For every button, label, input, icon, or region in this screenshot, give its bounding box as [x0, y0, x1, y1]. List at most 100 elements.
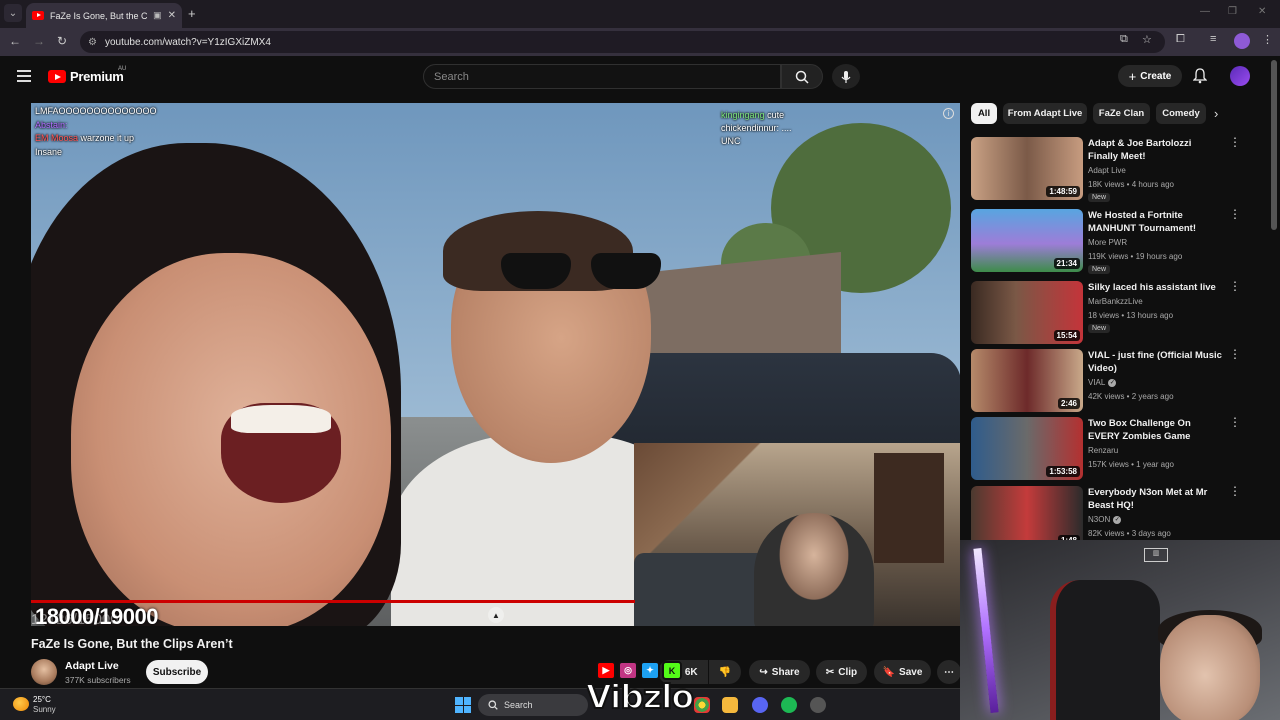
forward-icon[interactable]: → — [33, 34, 45, 48]
weather-sun-icon[interactable] — [13, 697, 29, 711]
extensions-icon[interactable]: ⧠ — [1176, 33, 1185, 46]
more-vertical-icon[interactable]: ⋮ — [1229, 208, 1241, 220]
video-thumbnail[interactable]: 2:46 — [971, 349, 1083, 412]
account-avatar[interactable] — [1230, 66, 1250, 86]
recommended-video[interactable]: 2:46 VIAL - just fine (Official Music Vi… — [971, 348, 1251, 413]
profile-avatar[interactable] — [1234, 33, 1250, 49]
weather-condition[interactable]: Sunny — [33, 705, 56, 714]
chevron-right-icon[interactable]: › — [1214, 106, 1218, 121]
channel-name[interactable]: Adapt Live — [65, 660, 119, 672]
more-vertical-icon[interactable]: ⋮ — [1229, 280, 1241, 292]
minimize-icon[interactable]: — — [1200, 6, 1210, 17]
channel-name[interactable]: Renzaru — [1088, 446, 1118, 455]
chat-line: EM Moosa warzone it up — [35, 132, 157, 146]
channel-name[interactable]: VIAL ✓ — [1088, 378, 1117, 387]
reload-icon[interactable]: ↻ — [57, 34, 67, 48]
youtube-logo[interactable]: Premium — [48, 69, 124, 84]
more-vertical-icon[interactable]: ⋮ — [1229, 136, 1241, 148]
maximize-icon[interactable]: ❐ — [1228, 6, 1237, 17]
video-frame-sunglasses — [501, 253, 671, 293]
back-icon[interactable]: ← — [9, 34, 21, 48]
tab-search-dropdown[interactable]: ⌄ — [4, 4, 22, 22]
notifications-bell-icon[interactable] — [1192, 68, 1208, 89]
recommended-video[interactable]: 21:34 We Hosted a Fortnite MANHUNT Tourn… — [971, 208, 1251, 274]
weather-temperature[interactable]: 25°C — [33, 695, 51, 704]
clip-button[interactable]: ✂ Clip — [816, 660, 867, 684]
chip-all[interactable]: All — [971, 103, 997, 124]
chip-faze-clan[interactable]: FaZe Clan — [1093, 103, 1150, 124]
create-button[interactable]: + Create — [1118, 65, 1182, 87]
share-button[interactable]: ↪ Share — [749, 660, 810, 684]
search-button[interactable] — [781, 64, 823, 89]
address-bar[interactable]: ⚙ youtube.com/watch?v=Y1zIGXiZMX4 — [80, 31, 1165, 53]
chevron-up-icon[interactable]: ▲ — [488, 607, 504, 623]
reading-list-icon[interactable]: ≡ — [1210, 33, 1216, 45]
recommended-video[interactable]: 1:53:58 Two Box Challenge On EVERY Zombi… — [971, 416, 1251, 481]
thumbs-down-icon: 👎 — [718, 666, 732, 678]
logo-text: Premium — [70, 69, 124, 84]
browser-tab[interactable]: FaZe Is Gone, But the Clips Aren't - You… — [26, 3, 182, 28]
more-vertical-icon[interactable]: ⋮ — [1229, 416, 1241, 428]
video-title[interactable]: VIAL - just fine (Official Music Video) — [1088, 349, 1224, 375]
channel-name[interactable]: MarBankzzLive — [1088, 297, 1143, 306]
page-scrollbar[interactable] — [1271, 60, 1277, 230]
video-info-icon[interactable]: i — [943, 108, 954, 119]
dislike-button[interactable]: 👎 — [709, 660, 741, 684]
video-thumbnail[interactable]: 1:53:58 — [971, 417, 1083, 480]
video-title[interactable]: We Hosted a Fortnite MANHUNT Tournament! — [1088, 209, 1224, 235]
more-vertical-icon[interactable]: ⋮ — [1229, 485, 1241, 497]
more-vertical-icon[interactable]: ⋮ — [1229, 348, 1241, 360]
chat-line: LMFAOOOOOOOOOOOOOO — [35, 105, 157, 119]
plus-icon: + — [1128, 68, 1137, 84]
save-button[interactable]: 🔖 Save — [874, 660, 931, 684]
video-progress-bar[interactable] — [31, 600, 635, 603]
windows-start-icon[interactable] — [455, 697, 471, 713]
install-app-icon[interactable]: ⧉ — [1120, 33, 1128, 46]
taskbar-search[interactable]: Search — [478, 694, 588, 716]
video-title[interactable]: Two Box Challenge On EVERY Zombies Game — [1088, 417, 1224, 443]
discord-icon[interactable] — [752, 697, 768, 713]
video-thumbnail[interactable]: 1:48:59 — [971, 137, 1083, 200]
video-thumbnail[interactable]: 21:34 — [971, 209, 1083, 272]
channel-name[interactable]: N3ON ✓ — [1088, 515, 1122, 524]
channel-name[interactable]: Adapt Live — [1088, 166, 1126, 175]
app-icon[interactable] — [810, 697, 826, 713]
chat-user: EM Moosa — [35, 133, 79, 143]
new-tab-button[interactable]: + — [188, 6, 196, 21]
facecam-gaming-chair — [1050, 580, 1160, 720]
bookmark-star-icon[interactable]: ☆ — [1142, 33, 1152, 46]
channel-name-text: VIAL — [1088, 378, 1106, 387]
close-tab-icon[interactable]: ✕ — [168, 10, 176, 21]
video-title[interactable]: Everybody N3on Met at Mr Beast HQ! — [1088, 486, 1224, 512]
file-explorer-icon[interactable] — [722, 697, 738, 713]
site-info-icon[interactable]: ⚙ — [88, 37, 97, 48]
recommended-video[interactable]: 1:48:59 Adapt & Joe Bartolozzi Finally M… — [971, 136, 1251, 202]
subscribe-button[interactable]: Subscribe — [146, 660, 208, 684]
video-title[interactable]: Silky laced his assistant live — [1088, 281, 1224, 294]
scissors-icon: ✂ — [825, 666, 835, 678]
menu-kebab-icon[interactable]: ⋮ — [1262, 33, 1273, 46]
stream-chat-right: kingingang cute chickendinnur: .... UNC — [721, 109, 792, 148]
video-title[interactable]: Adapt & Joe Bartolozzi Finally Meet! — [1088, 137, 1224, 163]
search-input[interactable]: Search — [423, 64, 781, 89]
video-meta: 18 views • 13 hours ago — [1088, 311, 1174, 320]
facecam-led-light — [973, 548, 999, 713]
channel-avatar[interactable] — [31, 659, 57, 685]
voice-search-button[interactable] — [832, 64, 860, 89]
channel-name[interactable]: More PWR — [1088, 238, 1127, 247]
chrome-icon[interactable] — [694, 697, 710, 713]
chip-from-adapt-live[interactable]: From Adapt Live — [1003, 103, 1087, 124]
spotify-icon[interactable] — [781, 697, 797, 713]
close-window-icon[interactable]: ✕ — [1258, 6, 1266, 17]
video-player[interactable]: LMFAOOOOOOOOOOOOOO Abstain: EM Moosa war… — [31, 103, 960, 626]
cast-icon[interactable]: ▣ — [153, 10, 162, 21]
like-count: 6K — [684, 666, 698, 678]
more-actions-button[interactable]: ⋯ — [937, 660, 961, 684]
channel-name-text: N3ON — [1088, 515, 1111, 524]
hamburger-menu-icon[interactable] — [17, 70, 31, 82]
windows-taskbar: 25°C Sunny Search — [0, 688, 960, 720]
video-thumbnail[interactable]: 15:54 — [971, 281, 1083, 344]
vibzlo-watermark-logo: Vibzlo — [585, 677, 695, 716]
recommended-video[interactable]: 15:54 Silky laced his assistant live Mar… — [971, 280, 1251, 345]
chip-comedy[interactable]: Comedy — [1156, 103, 1206, 124]
